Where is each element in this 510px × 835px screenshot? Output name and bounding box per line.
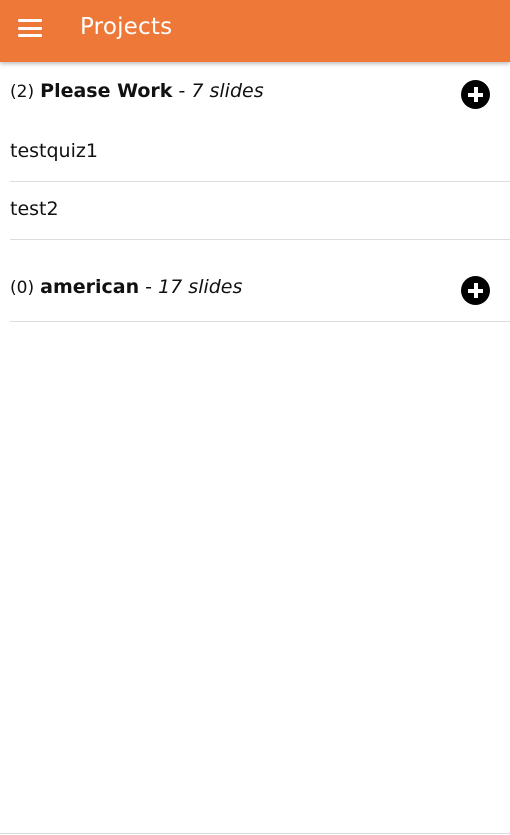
project-name: Please Work xyxy=(40,80,173,102)
project-group-title: (2) Please Work - 7 slides xyxy=(10,80,264,102)
slides-count: 7 slides xyxy=(191,80,264,102)
menu-bar-line xyxy=(18,26,42,30)
page-title: Projects xyxy=(80,14,173,40)
add-circle-icon[interactable] xyxy=(461,80,490,109)
menu-bar-line xyxy=(18,19,42,22)
app-root: Projects (2) Please Work - 7 slides test… xyxy=(0,0,510,835)
slides-count: 17 slides xyxy=(158,276,243,298)
list-item-label: test2 xyxy=(10,198,59,220)
project-count: (0) xyxy=(10,278,35,298)
projects-list: (2) Please Work - 7 slides testquiz1 tes… xyxy=(10,62,510,322)
hamburger-menu-icon[interactable] xyxy=(18,19,42,37)
project-group-title: (0) american - 17 slides xyxy=(10,276,242,298)
project-count: (2) xyxy=(10,82,35,102)
list-item-label: testquiz1 xyxy=(10,140,98,162)
add-circle-icon[interactable] xyxy=(461,276,490,305)
bottom-divider xyxy=(0,833,510,834)
project-group-header[interactable]: (2) Please Work - 7 slides xyxy=(10,62,510,124)
list-item[interactable]: test2 xyxy=(10,182,510,240)
project-name: american xyxy=(40,276,140,298)
title-separator: - xyxy=(139,276,159,298)
list-item[interactable]: testquiz1 xyxy=(10,124,510,182)
app-bar: Projects xyxy=(0,0,510,62)
menu-bar-line xyxy=(18,34,42,37)
project-group-header[interactable]: (0) american - 17 slides xyxy=(10,256,510,322)
title-separator: - xyxy=(172,80,192,102)
